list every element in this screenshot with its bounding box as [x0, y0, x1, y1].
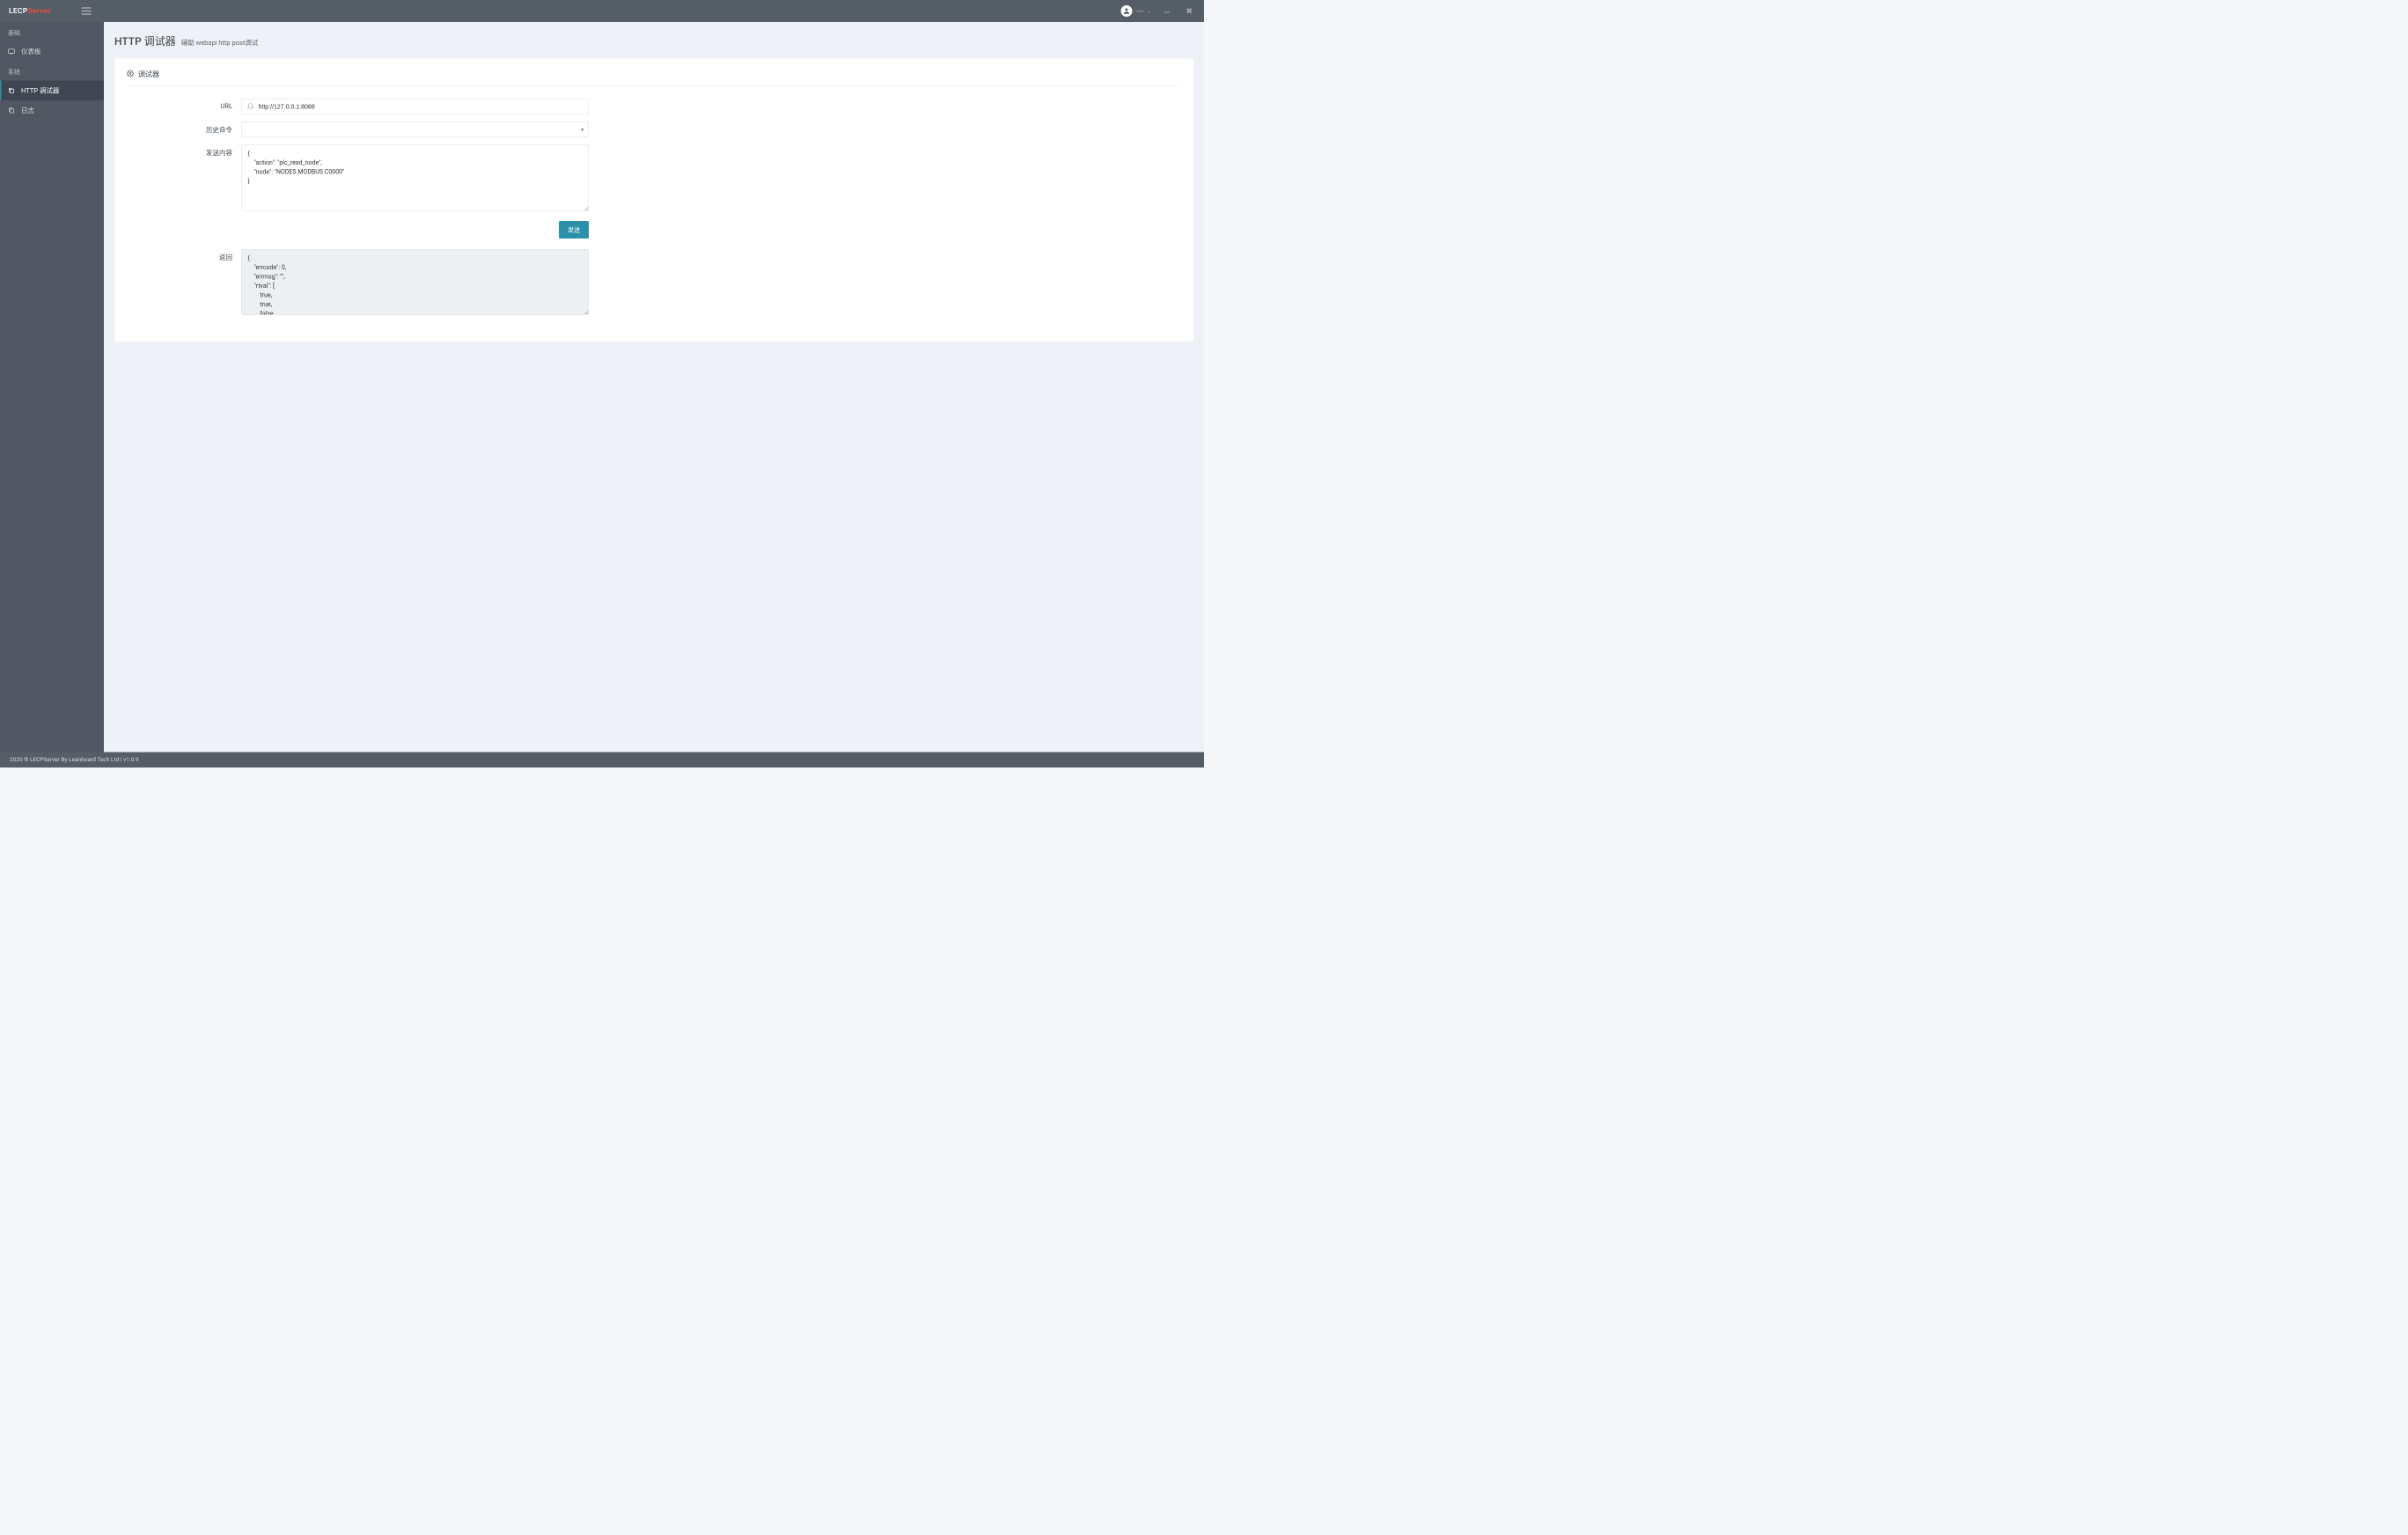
panel-title: 调试器	[138, 69, 159, 79]
bell-icon	[247, 103, 254, 110]
sidebar-item-dashboard[interactable]: 仪表板	[0, 41, 104, 62]
url-row: URL	[127, 99, 1181, 114]
sidebar-heading-system: 系统	[0, 62, 104, 81]
button-row: 发送	[127, 221, 589, 239]
sidebar-item-label: 仪表板	[21, 47, 41, 56]
copy-icon	[8, 87, 15, 94]
user-menu-button[interactable]: ---- ⌄	[1120, 5, 1150, 17]
footer: 2020 © LECPServer By Leanboard Tech Ltd …	[0, 753, 1204, 768]
menu-toggle-button[interactable]	[82, 8, 92, 15]
topbar: LECPServer ---- ⌄ ✖	[0, 0, 1204, 22]
page-title: HTTP 调试器 辅助 webapi http post调试	[114, 33, 1193, 48]
sidebar-item-logs[interactable]: 日志	[0, 100, 104, 121]
debugger-panel: 调试器 URL 历史命令 发送内容	[114, 59, 1193, 342]
url-input-group[interactable]	[241, 99, 589, 114]
user-name: ----	[1135, 7, 1143, 16]
topbar-right: ---- ⌄ ✖	[1120, 4, 1195, 18]
page-subtitle: 辅助 webapi http post调试	[181, 39, 259, 47]
footer-text: 2020 © LECPServer By Leanboard Tech Ltd …	[10, 757, 139, 764]
sidebar: 基础 仪表板 系统 HTTP 调试器 日志	[0, 22, 104, 768]
send-content-row: 发送内容	[127, 144, 1181, 213]
logo-lecp: LECP	[9, 7, 27, 16]
chevron-down-icon: ⌄	[1147, 9, 1150, 14]
copy-icon	[8, 106, 15, 114]
panel-header: 调试器	[127, 69, 1181, 87]
return-textarea[interactable]	[241, 249, 589, 315]
history-label: 历史命令	[127, 121, 241, 137]
close-button[interactable]: ✖	[1183, 4, 1195, 18]
sidebar-item-label: HTTP 调试器	[21, 86, 59, 96]
return-label: 返回	[127, 249, 241, 317]
send-button[interactable]: 发送	[559, 221, 589, 239]
history-row: 历史命令	[127, 121, 1181, 137]
minimize-button[interactable]	[1161, 4, 1172, 18]
history-select[interactable]	[241, 121, 589, 137]
monitor-icon	[8, 48, 15, 55]
gear-icon	[127, 70, 134, 77]
avatar	[1120, 5, 1132, 17]
main-content: HTTP 调试器 辅助 webapi http post调试 调试器 URL 历…	[104, 22, 1204, 753]
send-content-textarea[interactable]	[241, 144, 589, 211]
sidebar-heading-basic: 基础	[0, 22, 104, 41]
return-row: 返回	[127, 249, 1181, 317]
sidebar-item-http-debugger[interactable]: HTTP 调试器	[0, 81, 104, 101]
logo-server: Server	[27, 7, 50, 16]
logo: LECPServer	[9, 7, 51, 16]
sidebar-item-label: 日志	[21, 106, 34, 115]
send-content-label: 发送内容	[127, 144, 241, 213]
url-label: URL	[127, 99, 241, 114]
url-input[interactable]	[259, 103, 584, 110]
